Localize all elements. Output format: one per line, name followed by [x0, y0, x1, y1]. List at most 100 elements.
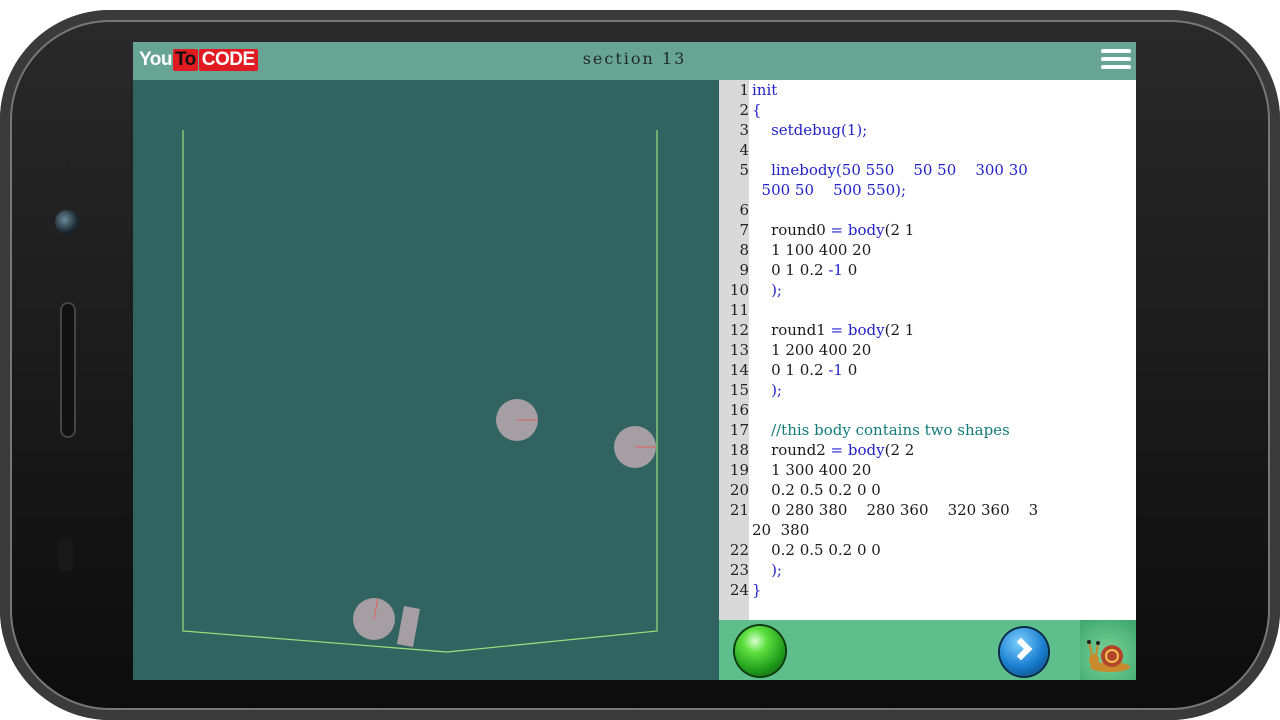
line-number: 2 [739, 101, 749, 119]
line-number: 23 [729, 561, 749, 579]
body-round2 [353, 597, 420, 647]
line-number: 15 [729, 381, 749, 399]
code-text: 500 50 500 550); [752, 180, 907, 200]
line-number: 14 [729, 361, 749, 379]
logo-code: CODE [198, 49, 258, 71]
code-text: { [752, 100, 762, 120]
code-token: = [830, 321, 844, 339]
code-text: 0.2 0.5 0.2 0 0 [752, 540, 881, 560]
code-token: body [847, 441, 885, 459]
code-token: (2 2 [884, 441, 915, 459]
code-token: = [830, 441, 844, 459]
code-text: 1 200 400 20 [752, 340, 871, 360]
code-token: (2 1 [884, 221, 915, 239]
code-text: //this body contains two shapes [752, 420, 1010, 440]
code-text: 0 1 0.2 -1 0 [752, 360, 857, 380]
line-number: 4 [739, 141, 749, 159]
logo-to: To [172, 49, 198, 71]
line-number: 6 [739, 201, 749, 219]
code-token: 0 1 0.2 [752, 361, 829, 379]
section-title: section 13 [582, 49, 687, 68]
code-editor[interactable]: 1 init 2{3 setdebug(1); 4 5 linebody(50 550 … [719, 80, 1136, 620]
line-number: 12 [729, 321, 749, 339]
code-text: round0 = body(2 1 [752, 220, 914, 240]
code-token: 0 [842, 361, 858, 379]
line-number: 22 [729, 541, 749, 559]
code-text: 1 300 400 20 [752, 460, 871, 480]
proximity-sensor [64, 160, 70, 166]
code-token: round0 [752, 221, 831, 239]
line-number: 5 [739, 161, 749, 179]
speaker-grille [60, 302, 76, 438]
code-token: 0.2 0.5 0.2 0 0 [752, 481, 881, 499]
container-walls [182, 130, 658, 653]
code-token: ); [752, 381, 782, 399]
line-number: 20 [729, 481, 749, 499]
code-token: 20 380 [752, 521, 810, 539]
code-token: { [752, 101, 762, 119]
line-number: 21 [729, 501, 749, 519]
line-number: 3 [739, 121, 749, 139]
code-token: 1 300 400 20 [752, 461, 872, 479]
code-text: 0 280 380 280 360 320 360 3 [752, 500, 1038, 520]
physics-simulation-canvas[interactable] [133, 80, 719, 680]
code-token: (2 1 [884, 321, 915, 339]
bottom-toolbar [719, 620, 1136, 680]
code-token: body [847, 221, 885, 239]
code-text: round1 = body(2 1 [752, 320, 914, 340]
top-bar: section 13 You To CODE [133, 42, 1136, 80]
simulation-svg [182, 130, 658, 653]
line-number: 7 [739, 221, 749, 239]
code-text: init [752, 80, 777, 100]
line-number: 13 [729, 341, 749, 359]
hamburger-menu-icon[interactable] [1101, 46, 1131, 74]
line-number: 1 [739, 81, 749, 99]
run-button[interactable] [735, 626, 785, 676]
line-number: 17 [729, 421, 749, 439]
logo-you: You [139, 49, 172, 70]
code-text: 1 100 400 20 [752, 240, 871, 260]
front-camera-icon [55, 210, 79, 234]
code-token: 0 [842, 261, 858, 279]
line-number: 19 [729, 461, 749, 479]
line-number: 16 [729, 401, 749, 419]
code-token: ); [752, 281, 782, 299]
code-text: 0 1 0.2 -1 0 [752, 260, 857, 280]
line-number: 9 [739, 261, 749, 279]
code-text: setdebug(1); [752, 120, 867, 140]
code-token: round1 [752, 321, 831, 339]
snail-mascot-icon[interactable] [1080, 620, 1136, 680]
code-text: 20 380 [752, 520, 809, 540]
line-number: 10 [729, 281, 749, 299]
code-token: setdebug [771, 121, 842, 139]
line-number: 18 [729, 441, 749, 459]
line-number: 8 [739, 241, 749, 259]
code-token: 0 1 0.2 [752, 261, 829, 279]
code-token: 1 100 400 20 [752, 241, 872, 259]
code-token: -1 [828, 361, 843, 379]
code-token: -1 [828, 261, 843, 279]
side-button [58, 538, 74, 572]
line-number: 11 [729, 301, 749, 319]
code-token: (1); [841, 121, 868, 139]
code-text: round2 = body(2 2 [752, 440, 914, 460]
next-arrow-icon[interactable] [1000, 628, 1048, 676]
code-token: (50 550 50 50 300 30 [835, 161, 1028, 179]
body-round1 [614, 426, 656, 468]
youtocode-logo: You To CODE [139, 47, 258, 73]
code-token: = [830, 221, 844, 239]
code-token: linebody [771, 161, 836, 179]
code-token: //this body contains two shapes [752, 421, 1010, 439]
code-text: } [752, 580, 762, 600]
code-token: round2 [752, 441, 831, 459]
code-text: ); [752, 380, 782, 400]
code-token: init [752, 81, 778, 99]
snail-svg [1087, 640, 1130, 672]
code-token: 1 200 400 20 [752, 341, 872, 359]
body-round0 [496, 399, 538, 441]
code-token: body [847, 321, 885, 339]
code-token: ); [752, 561, 782, 579]
code-text: ); [752, 280, 782, 300]
